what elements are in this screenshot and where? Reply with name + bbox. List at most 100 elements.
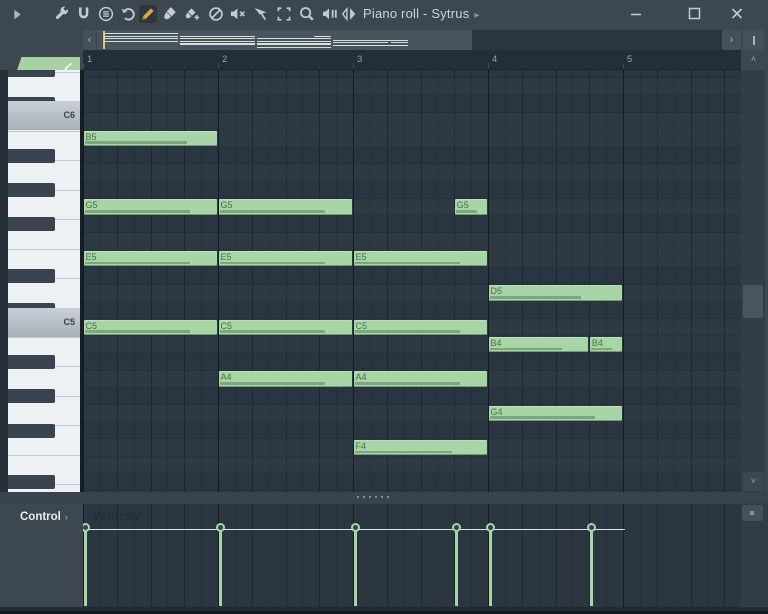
- scroll-right-button[interactable]: ›: [722, 30, 741, 50]
- grid-line: [151, 504, 152, 607]
- note[interactable]: G5: [219, 199, 352, 214]
- note-sub-stripe: [490, 416, 595, 419]
- minimap-note: [180, 41, 254, 42]
- timeline-tick: [691, 65, 692, 69]
- velocity-stem-handle[interactable]: [452, 523, 461, 532]
- note[interactable]: D5: [489, 285, 622, 300]
- velocity-stem-handle[interactable]: [587, 523, 596, 532]
- velocity-stem[interactable]: [354, 529, 358, 606]
- black-key[interactable]: [8, 70, 55, 77]
- timeline-ruler[interactable]: 12345: [83, 50, 741, 70]
- scroll-down-button[interactable]: ˅: [743, 472, 764, 491]
- black-key[interactable]: [8, 355, 55, 369]
- menu-arrow-icon[interactable]: [8, 5, 26, 23]
- c-key[interactable]: C5: [8, 308, 80, 337]
- c-key[interactable]: C6: [8, 101, 80, 130]
- close-button[interactable]: [727, 5, 747, 23]
- black-key[interactable]: [8, 217, 55, 231]
- velocity-stem-handle[interactable]: [351, 523, 360, 532]
- divider-grip[interactable]: [357, 496, 389, 498]
- note[interactable]: B5: [84, 131, 217, 146]
- note-label: G5: [457, 200, 469, 210]
- note[interactable]: G4: [489, 406, 622, 421]
- paint-drums-tool-icon[interactable]: [183, 5, 201, 23]
- grid-row: [83, 422, 741, 439]
- note-sub-stripe: [591, 348, 612, 351]
- grid-line: [353, 70, 354, 492]
- note[interactable]: C5: [84, 320, 217, 335]
- vertical-scrollbar-thumb[interactable]: [743, 285, 763, 318]
- grid-line: [167, 504, 168, 607]
- note[interactable]: A4: [354, 371, 487, 386]
- scroll-left-button[interactable]: ‹: [83, 30, 96, 50]
- black-key[interactable]: [8, 183, 55, 197]
- velocity-stem-handle[interactable]: [83, 523, 90, 532]
- note[interactable]: B4: [489, 337, 588, 352]
- grid-line: [707, 504, 708, 607]
- target-channel-icon[interactable]: [340, 5, 358, 23]
- velocity-stem-handle[interactable]: [216, 523, 225, 532]
- black-key[interactable]: [8, 149, 55, 163]
- note[interactable]: E5: [354, 251, 487, 266]
- velocity-stem[interactable]: [84, 529, 88, 606]
- note[interactable]: C5: [354, 320, 487, 335]
- draw-tool-icon[interactable]: [139, 5, 157, 23]
- black-key[interactable]: [8, 269, 55, 283]
- snap-magnet-icon[interactable]: [75, 5, 93, 23]
- control-panel-label[interactable]: Control›: [20, 511, 68, 523]
- zoom-tool-icon[interactable]: [298, 5, 316, 23]
- velocity-stem[interactable]: [219, 529, 223, 606]
- note-grid[interactable]: B5G5G5G5E5E5E5D5C5C5C5B4B4A4A4G4F4: [83, 70, 741, 492]
- wrench-icon[interactable]: [53, 5, 71, 23]
- titlebar[interactable]: Piano roll - Sytrus▸: [0, 0, 768, 28]
- select-tool-icon[interactable]: [275, 5, 293, 23]
- note[interactable]: E5: [84, 251, 217, 266]
- pattern-minimap[interactable]: [97, 30, 722, 50]
- slice-tool-icon[interactable]: [252, 5, 270, 23]
- velocity-lane[interactable]: Velocity: [83, 503, 741, 607]
- velocity-stem[interactable]: [455, 529, 459, 606]
- scroll-up-button[interactable]: ˄: [743, 50, 764, 69]
- note[interactable]: B4: [590, 337, 622, 352]
- undo-icon[interactable]: [119, 5, 137, 23]
- options-menu-icon[interactable]: [97, 5, 115, 23]
- grid-row: [83, 285, 741, 302]
- grid-line: [674, 504, 675, 607]
- minimap-note: [257, 43, 331, 44]
- minimap-playhead: [103, 31, 105, 49]
- panel-divider[interactable]: [0, 492, 768, 503]
- velocity-stem-handle[interactable]: [486, 523, 495, 532]
- grid-line: [302, 70, 303, 492]
- note[interactable]: A4: [219, 371, 352, 386]
- paint-tool-icon[interactable]: [161, 5, 179, 23]
- vertical-scrollbar[interactable]: [741, 70, 765, 492]
- grid-line: [640, 70, 641, 492]
- mute-tool-icon[interactable]: [229, 5, 247, 23]
- delete-tool-icon[interactable]: [207, 5, 225, 23]
- black-key[interactable]: [8, 389, 55, 403]
- white-key-separator: [8, 455, 80, 456]
- black-key[interactable]: [8, 475, 55, 489]
- marker-button[interactable]: [743, 30, 764, 50]
- minimize-button[interactable]: [626, 5, 646, 23]
- velocity-options-button[interactable]: [742, 505, 763, 521]
- note[interactable]: G5: [455, 199, 487, 214]
- title-menu-arrow-icon[interactable]: ▸: [474, 10, 479, 21]
- grid-line: [556, 504, 557, 607]
- grid-row: [83, 78, 741, 95]
- piano-keyboard[interactable]: C6 C5: [8, 70, 80, 492]
- maximize-button[interactable]: [684, 5, 704, 23]
- velocity-stem[interactable]: [489, 529, 493, 606]
- note[interactable]: F4: [354, 440, 487, 455]
- note-sub-stripe: [85, 262, 190, 265]
- note[interactable]: G5: [84, 199, 217, 214]
- timeline-bar-number: 5: [627, 54, 632, 65]
- velocity-stem[interactable]: [590, 529, 594, 606]
- note[interactable]: C5: [219, 320, 352, 335]
- black-key[interactable]: [8, 424, 55, 438]
- grid-line: [657, 504, 658, 607]
- timeline-tick: [286, 65, 287, 69]
- piano-roll-window: Piano roll - Sytrus▸ ‹ › 12345 ˄ B5G5G5G…: [0, 0, 768, 614]
- playback-tool-icon[interactable]: [321, 5, 339, 23]
- note[interactable]: E5: [219, 251, 352, 266]
